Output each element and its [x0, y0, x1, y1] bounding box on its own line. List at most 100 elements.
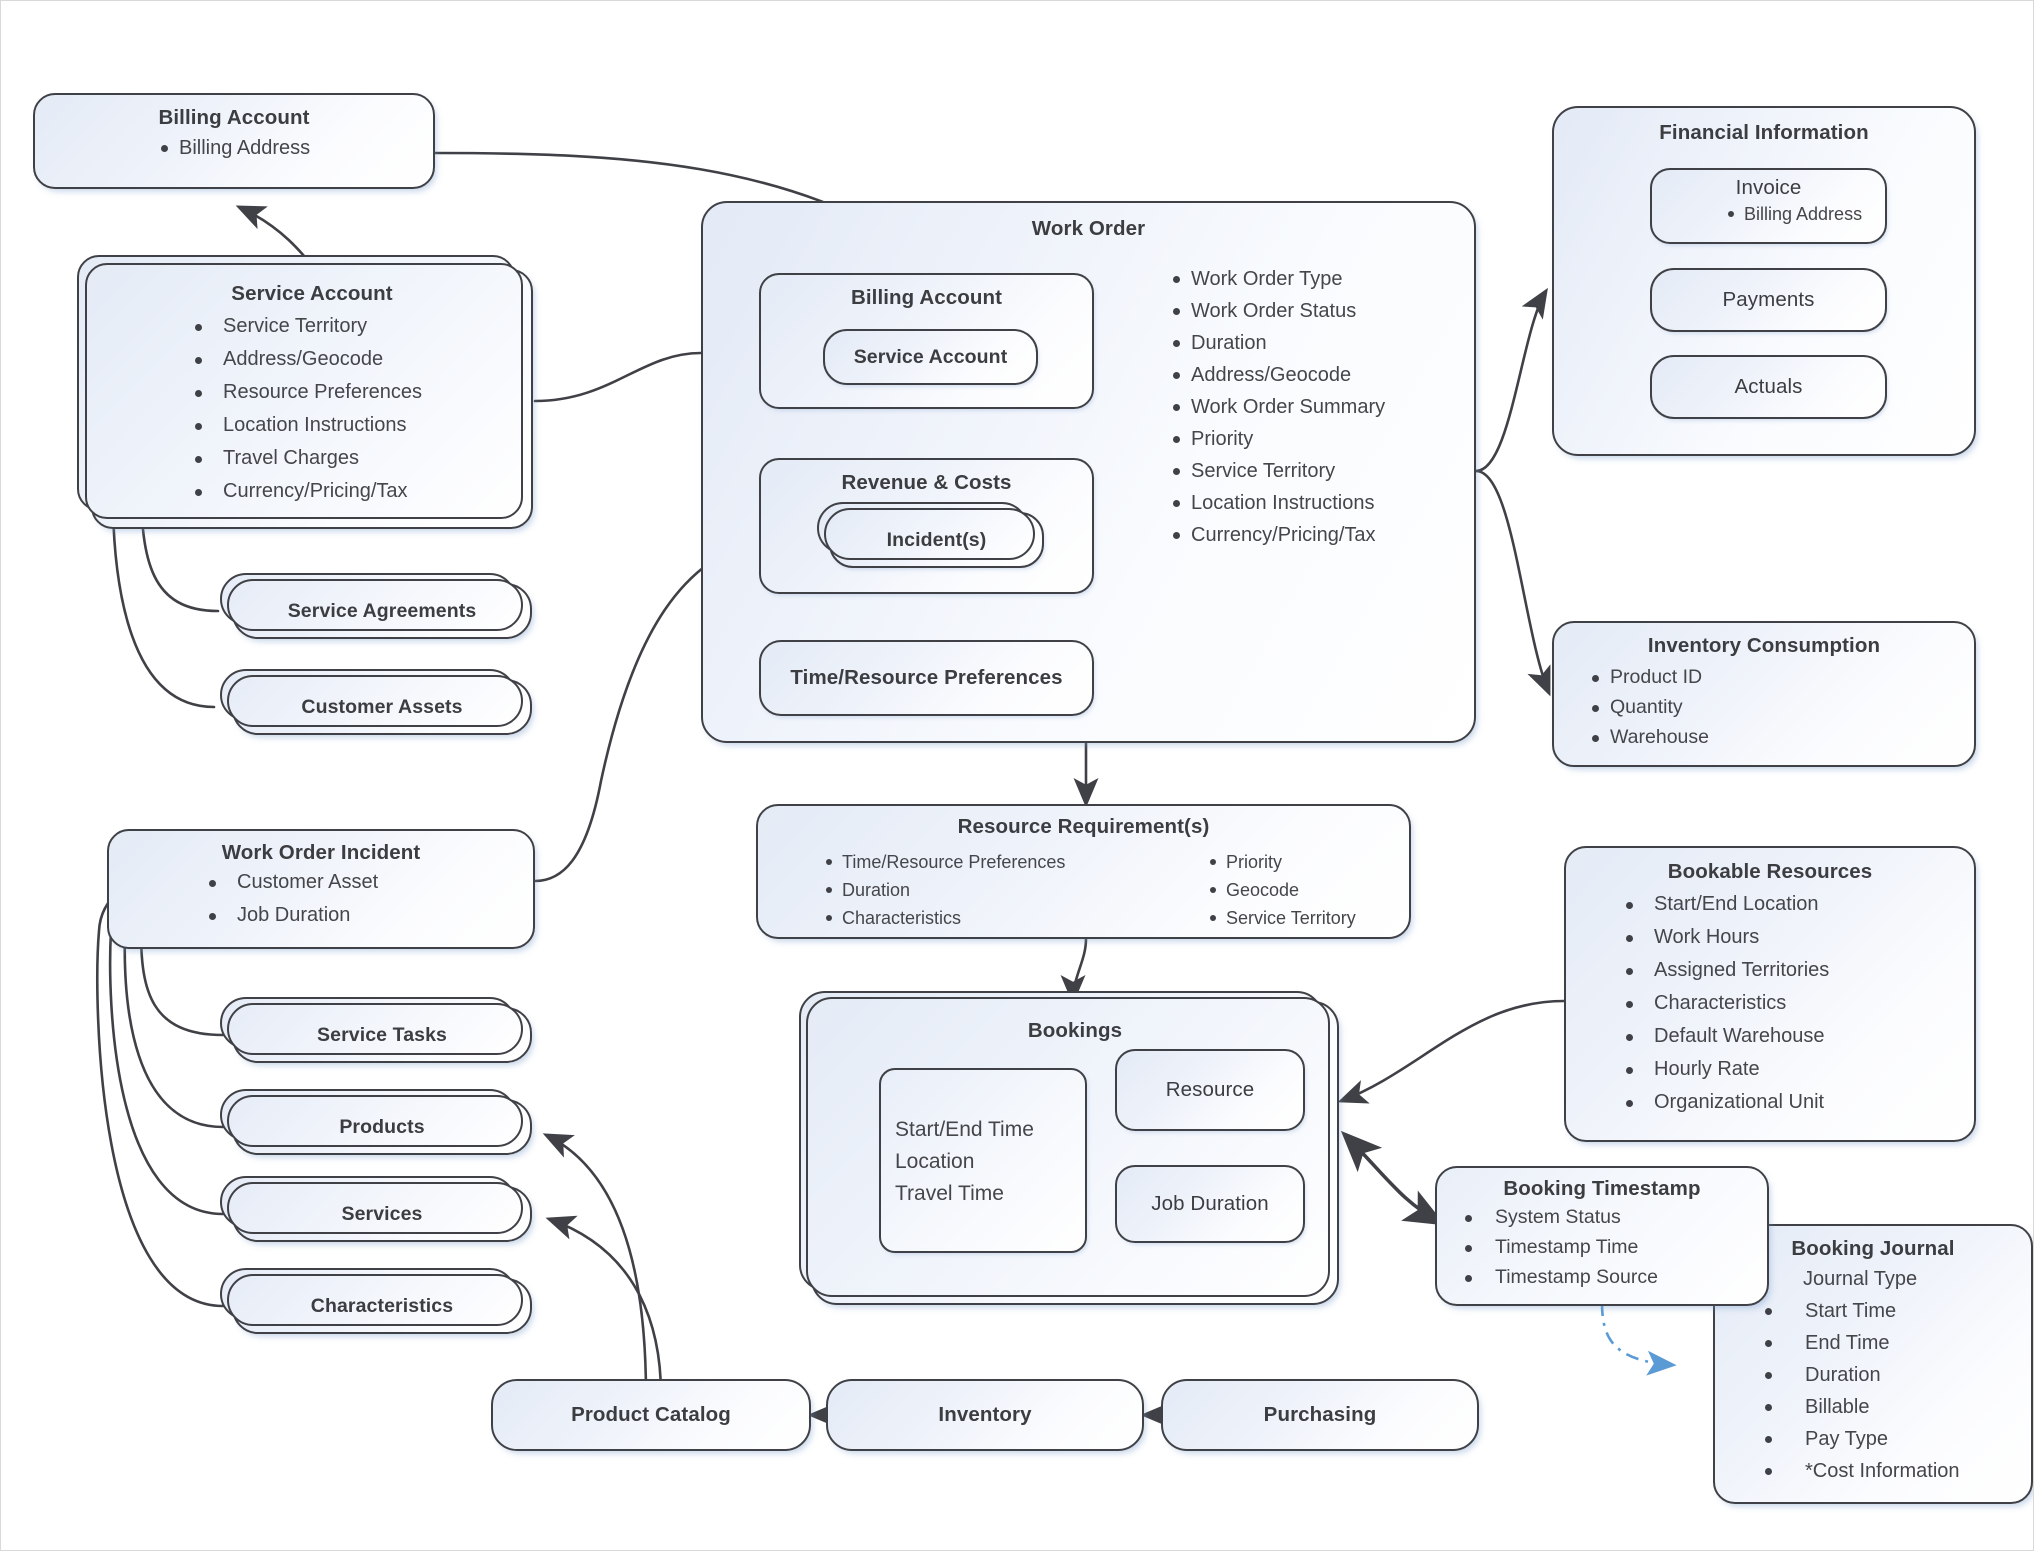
node-bookable-resources[interactable]: Bookable Resources Start/End Location Wo…	[1564, 846, 1976, 1142]
incidents-title: Incident(s)	[886, 528, 987, 551]
list-item: Work Order Type	[1169, 263, 1385, 295]
booking-journal-first-item: Journal Type	[1783, 1263, 2031, 1295]
work-order-items: Work Order Type Work Order Status Durati…	[1169, 263, 1385, 551]
list-item: Location Instructions	[1169, 487, 1385, 519]
service-account-items: Service Territory Address/Geocode Resour…	[171, 310, 531, 508]
node-wo-service-account[interactable]: Service Account	[823, 329, 1038, 385]
node-resource-requirements[interactable]: Resource Requirement(s) Time/Resource Pr…	[756, 804, 1411, 939]
inventory-consumption-items: Product ID Quantity Warehouse	[1588, 662, 1974, 752]
booking-timestamp-title: Booking Timestamp	[1503, 1177, 1701, 1200]
node-customer-assets[interactable]: Customer Assets	[220, 669, 532, 735]
edge-work-order-to-inventory-consumption	[1474, 469, 1551, 697]
node-inventory-consumption[interactable]: Inventory Consumption Product ID Quantit…	[1552, 621, 1976, 767]
node-booking-timestamp[interactable]: Booking Timestamp System Status Timestam…	[1435, 1166, 1769, 1306]
list-item: Billing Address	[1724, 200, 1885, 228]
booking-detail-lines: Start/End Time Location Travel Time	[895, 1114, 1085, 1210]
invoice-items: Billing Address	[1724, 200, 1885, 228]
booking-timestamp-items: System Status Timestamp Time Timestamp S…	[1461, 1202, 1767, 1292]
list-item: Address/Geocode	[1169, 359, 1385, 391]
invoice-title: Invoice	[1735, 176, 1802, 199]
node-bookings[interactable]: Bookings Start/End Time Location Travel …	[799, 991, 1339, 1305]
list-item: Duration	[822, 876, 1065, 904]
list-item: Journal Type	[1803, 1268, 1918, 1290]
revenue-costs-title: Revenue & Costs	[841, 471, 1012, 494]
list-item: Organizational Unit	[1602, 1086, 1974, 1119]
list-item: Hourly Rate	[1602, 1053, 1974, 1086]
purchasing-title: Purchasing	[1263, 1403, 1377, 1426]
time-resource-preferences-title: Time/Resource Preferences	[790, 666, 1063, 689]
node-financial-information[interactable]: Financial Information Invoice Billing Ad…	[1552, 106, 1976, 456]
node-booking-resource[interactable]: Resource	[1115, 1049, 1305, 1131]
service-agreements-title: Service Agreements	[287, 599, 477, 622]
list-item: Service Territory	[1206, 904, 1356, 932]
node-time-resource-preferences[interactable]: Time/Resource Preferences	[759, 640, 1094, 716]
node-actuals[interactable]: Actuals	[1650, 355, 1887, 419]
node-booking-job-duration[interactable]: Job Duration	[1115, 1165, 1305, 1243]
resource-requirements-items-left: Time/Resource Preferences Duration Chara…	[822, 848, 1065, 932]
work-order-incident-title: Work Order Incident	[221, 841, 421, 864]
list-item: Quantity	[1588, 692, 1974, 722]
node-work-order[interactable]: Work Order Billing Account Service Accou…	[701, 201, 1476, 743]
diagram-canvas: Billing Account Billing Address Service …	[0, 0, 2034, 1551]
inventory-title: Inventory	[938, 1403, 1032, 1426]
list-item: Default Warehouse	[1602, 1020, 1974, 1053]
actuals-title: Actuals	[1734, 375, 1803, 398]
list-item: Work Hours	[1602, 921, 1974, 954]
node-billing-account[interactable]: Billing Account Billing Address	[33, 93, 435, 189]
node-booking-detail[interactable]: Start/End Time Location Travel Time	[879, 1068, 1087, 1253]
node-service-account[interactable]: Service Account Service Territory Addres…	[77, 255, 533, 529]
work-order-title: Work Order	[1031, 217, 1146, 240]
bookable-resources-title: Bookable Resources	[1667, 860, 1873, 883]
list-item: Priority	[1206, 848, 1356, 876]
node-services[interactable]: Services	[220, 1176, 532, 1242]
bookings-title: Bookings	[1027, 1019, 1123, 1042]
list-item: Timestamp Source	[1461, 1262, 1767, 1292]
edge-work-order-to-financial-information	[1474, 287, 1548, 473]
edge-booking-timestamp-to-booking-journal	[1600, 1302, 1677, 1376]
node-revenue-costs[interactable]: Revenue & Costs Incident(s)	[759, 458, 1094, 594]
node-service-agreements[interactable]: Service Agreements	[220, 573, 532, 639]
list-item: Work Order Status	[1169, 295, 1385, 327]
list-item: Job Duration	[185, 899, 533, 932]
list-item: Travel Charges	[171, 442, 531, 475]
booking-resource-title: Resource	[1165, 1078, 1255, 1101]
list-item: Product ID	[1588, 662, 1974, 692]
node-wo-billing-account[interactable]: Billing Account Service Account	[759, 273, 1094, 409]
node-purchasing[interactable]: Purchasing	[1161, 1379, 1479, 1451]
node-characteristics[interactable]: Characteristics	[220, 1268, 532, 1334]
list-item: Customer Asset	[185, 866, 533, 899]
products-title: Products	[339, 1115, 425, 1138]
booking-job-duration-title: Job Duration	[1151, 1192, 1269, 1215]
list-item: Billing Address	[157, 132, 433, 164]
list-item: Duration	[1761, 1359, 2031, 1391]
list-item: Service Territory	[171, 310, 531, 343]
node-payments[interactable]: Payments	[1650, 268, 1887, 332]
payments-title: Payments	[1722, 288, 1815, 311]
node-product-catalog[interactable]: Product Catalog	[491, 1379, 811, 1451]
booking-journal-items: Start Time End Time Duration Billable Pa…	[1761, 1295, 2031, 1487]
node-incidents[interactable]: Incident(s)	[817, 502, 1044, 568]
product-catalog-title: Product Catalog	[571, 1403, 731, 1426]
resource-requirements-title: Resource Requirement(s)	[957, 815, 1210, 838]
node-work-order-incident[interactable]: Work Order Incident Customer Asset Job D…	[107, 829, 535, 949]
list-item: End Time	[1761, 1327, 2031, 1359]
list-item: Timestamp Time	[1461, 1232, 1767, 1262]
list-item: Pay Type	[1761, 1423, 2031, 1455]
list-item: Priority	[1169, 423, 1385, 455]
list-item: Warehouse	[1588, 722, 1974, 752]
list-item: *Cost Information	[1761, 1455, 2031, 1487]
list-item: Assigned Territories	[1602, 954, 1974, 987]
list-item: Service Territory	[1169, 455, 1385, 487]
list-item: Resource Preferences	[171, 376, 531, 409]
list-item: Currency/Pricing/Tax	[171, 475, 531, 508]
service-tasks-title: Service Tasks	[317, 1023, 447, 1046]
billing-account-items: Billing Address	[157, 132, 433, 164]
node-products[interactable]: Products	[220, 1089, 532, 1155]
node-service-tasks[interactable]: Service Tasks	[220, 997, 532, 1063]
detail-line: Start/End Time	[895, 1118, 1034, 1141]
node-invoice[interactable]: Invoice Billing Address	[1650, 168, 1887, 244]
list-item: Characteristics	[822, 904, 1065, 932]
bookable-resources-items: Start/End Location Work Hours Assigned T…	[1602, 888, 1974, 1119]
list-item: Start Time	[1761, 1295, 2031, 1327]
node-inventory[interactable]: Inventory	[826, 1379, 1144, 1451]
